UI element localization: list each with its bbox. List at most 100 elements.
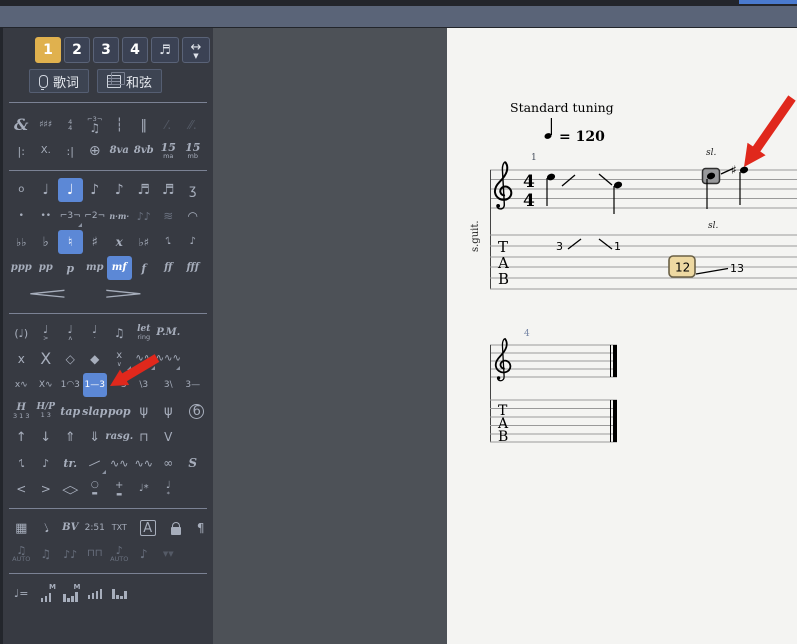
- lyrics-button[interactable]: 歌词: [29, 69, 90, 93]
- track-4-button[interactable]: 4: [122, 37, 148, 63]
- fretboard-toggle-button[interactable]: ↔ ▼: [182, 37, 210, 63]
- quarter-rest-icon[interactable]: ʒ: [181, 178, 206, 202]
- double-simile-icon[interactable]: ⁄⁄.: [181, 113, 206, 137]
- inverted-turn-icon[interactable]: S: [181, 451, 206, 475]
- eighth-note-icon[interactable]: ♪: [83, 178, 108, 202]
- natural-icon[interactable]: ♮: [58, 230, 83, 254]
- tab-fret-3[interactable]: 3: [556, 240, 563, 253]
- tab-fret-13[interactable]: 13: [730, 262, 744, 275]
- slide-in-above-icon[interactable]: \3: [132, 373, 157, 397]
- note-star-down-icon[interactable]: ♩ *: [156, 477, 181, 501]
- track-2-button[interactable]: 2: [64, 37, 90, 63]
- stem-auto-icon[interactable]: ♪ AUTO: [107, 542, 132, 566]
- flat-sharp-icon[interactable]: ♭♯: [132, 230, 157, 254]
- double-sharp-icon[interactable]: x: [107, 230, 132, 254]
- arpeggio-down-icon[interactable]: ⇓: [83, 425, 108, 449]
- toe-icon[interactable]: + ▬: [107, 477, 132, 501]
- score-marker-button[interactable]: ♬: [151, 37, 179, 63]
- measure-repeat-icon[interactable]: X.: [34, 139, 59, 163]
- dot-icon[interactable]: •: [9, 204, 34, 228]
- time-signature-icon[interactable]: 44: [58, 113, 83, 137]
- open-repeat-icon[interactable]: |:: [9, 139, 34, 163]
- pp-icon[interactable]: pp: [34, 256, 59, 280]
- quarter-note-icon[interactable]: ♩: [58, 178, 83, 202]
- triplet-icon[interactable]: ⌐3¬: [58, 204, 83, 228]
- let-ring-icon[interactable]: let ring: [132, 321, 157, 345]
- upstroke-icon[interactable]: V: [156, 425, 181, 449]
- free-time-icon[interactable]: ┆: [107, 113, 132, 137]
- coda-icon[interactable]: ⊕: [83, 139, 108, 163]
- bend-icon[interactable]: x∿: [9, 373, 34, 397]
- fermata-icon[interactable]: ◠: [181, 204, 206, 228]
- grace-up-icon[interactable]: ♪: [181, 230, 206, 254]
- small-decrescendo-icon[interactable]: >: [34, 477, 59, 501]
- lock-icon[interactable]: [164, 516, 189, 540]
- ghost-note-icon[interactable]: (♩): [9, 321, 34, 345]
- rasgueado-icon[interactable]: rasg.: [105, 425, 133, 449]
- beam-group-icon[interactable]: ⊓⊓: [83, 542, 108, 566]
- slash-note-icon[interactable]: ♩: [34, 516, 59, 540]
- key-signature-icon[interactable]: ♯♯♯: [34, 113, 59, 137]
- left-hand-icon[interactable]: ψ: [132, 399, 157, 423]
- score-page[interactable]: Standard tuning = 120 4 4 1 sl. ♯ s.guit…: [447, 28, 797, 644]
- legato-slur-icon[interactable]: 1◠3: [58, 373, 83, 397]
- grace-on-beat-icon[interactable]: ♪: [34, 451, 59, 475]
- levels-icon[interactable]: [107, 581, 132, 605]
- vibrato-icon[interactable]: ∿∿: [132, 347, 157, 371]
- heel-icon[interactable]: ○ ▬: [83, 477, 108, 501]
- volume-ramp-icon[interactable]: [83, 581, 108, 605]
- simile-mark-icon[interactable]: ⁄.: [156, 113, 181, 137]
- p-icon[interactable]: p: [58, 256, 83, 280]
- palm-mute-icon[interactable]: P.M.: [156, 321, 181, 345]
- system2-tab-staff[interactable]: T A B: [490, 399, 617, 445]
- turn-icon[interactable]: ∞: [156, 451, 181, 475]
- wide-vibrato-icon[interactable]: ∿∿∿: [156, 347, 181, 371]
- slide-out-up-icon[interactable]: 3—: [181, 373, 206, 397]
- sixtyfourth-note-icon[interactable]: ♬: [156, 178, 181, 202]
- pilcrow-icon[interactable]: ¶: [189, 516, 214, 540]
- pop-icon[interactable]: pop: [107, 399, 132, 423]
- note-star-up-icon[interactable]: ♩*: [132, 477, 157, 501]
- bv-icon[interactable]: BV: [58, 516, 83, 540]
- collapse-icon[interactable]: ▼▼: [156, 542, 181, 566]
- tremolo-bar-icon[interactable]: ∿∿: [132, 451, 157, 475]
- sharp-icon[interactable]: ♯: [83, 230, 108, 254]
- let-ring-notes-icon[interactable]: ♫: [107, 321, 132, 345]
- duplet-icon[interactable]: ⌐2¬: [83, 204, 108, 228]
- slap-x-icon[interactable]: X: [34, 347, 59, 371]
- whole-note-icon[interactable]: o: [9, 178, 34, 202]
- accent-icon[interactable]: ♩ >: [34, 321, 59, 345]
- track-3-button[interactable]: 3: [93, 37, 119, 63]
- score-svg[interactable]: Standard tuning = 120 4 4 1 sl. ♯ s.guit…: [447, 28, 797, 644]
- slide-legato-icon[interactable]: 1—3: [82, 373, 107, 397]
- natural-harmonic-icon[interactable]: ◇: [58, 347, 83, 371]
- mp-icon[interactable]: mp: [83, 256, 108, 280]
- treble-clef-icon[interactable]: &: [9, 113, 34, 137]
- tremolo-icon[interactable]: ∿∿: [107, 451, 132, 475]
- octave-down-icon[interactable]: 8vb: [132, 139, 157, 163]
- slide-in-below-icon[interactable]: —3: [107, 373, 132, 397]
- bend-release-icon[interactable]: X∿: [34, 373, 59, 397]
- fifteenth-down-icon[interactable]: 15 mb: [181, 139, 206, 163]
- grace-down-icon[interactable]: ♪: [156, 230, 181, 254]
- small-crescendo-icon[interactable]: <: [9, 477, 34, 501]
- duration-display-icon[interactable]: 2:51: [83, 516, 108, 540]
- close-repeat-icon[interactable]: :|: [58, 139, 83, 163]
- hammer-on-icon[interactable]: H3 1 3: [9, 399, 34, 423]
- ff-icon[interactable]: ff: [156, 256, 181, 280]
- slide-out-down-icon[interactable]: 3\: [156, 373, 181, 397]
- nm-tuplet-icon[interactable]: n·m·: [107, 204, 132, 228]
- arpeggio-up-icon[interactable]: ⇑: [58, 425, 83, 449]
- trill-icon[interactable]: tr.: [58, 451, 83, 475]
- tuplet-group-icon[interactable]: ⌐3¬ ♫: [83, 113, 108, 137]
- tie-icon[interactable]: ♪♪: [132, 204, 157, 228]
- stem-manual-icon[interactable]: ♪: [132, 542, 157, 566]
- sixteenth-note-icon[interactable]: ♪: [107, 178, 132, 202]
- tab-fret-12-highlighted[interactable]: 12: [668, 255, 696, 278]
- strum-down-icon[interactable]: ↓: [34, 425, 59, 449]
- artificial-harmonic-icon[interactable]: x ∨: [107, 347, 132, 371]
- track-1-button[interactable]: 1: [35, 37, 61, 63]
- mf-icon[interactable]: mf: [107, 256, 132, 280]
- flat-icon[interactable]: ♭: [34, 230, 59, 254]
- pinch-harmonic-icon[interactable]: ◆: [83, 347, 108, 371]
